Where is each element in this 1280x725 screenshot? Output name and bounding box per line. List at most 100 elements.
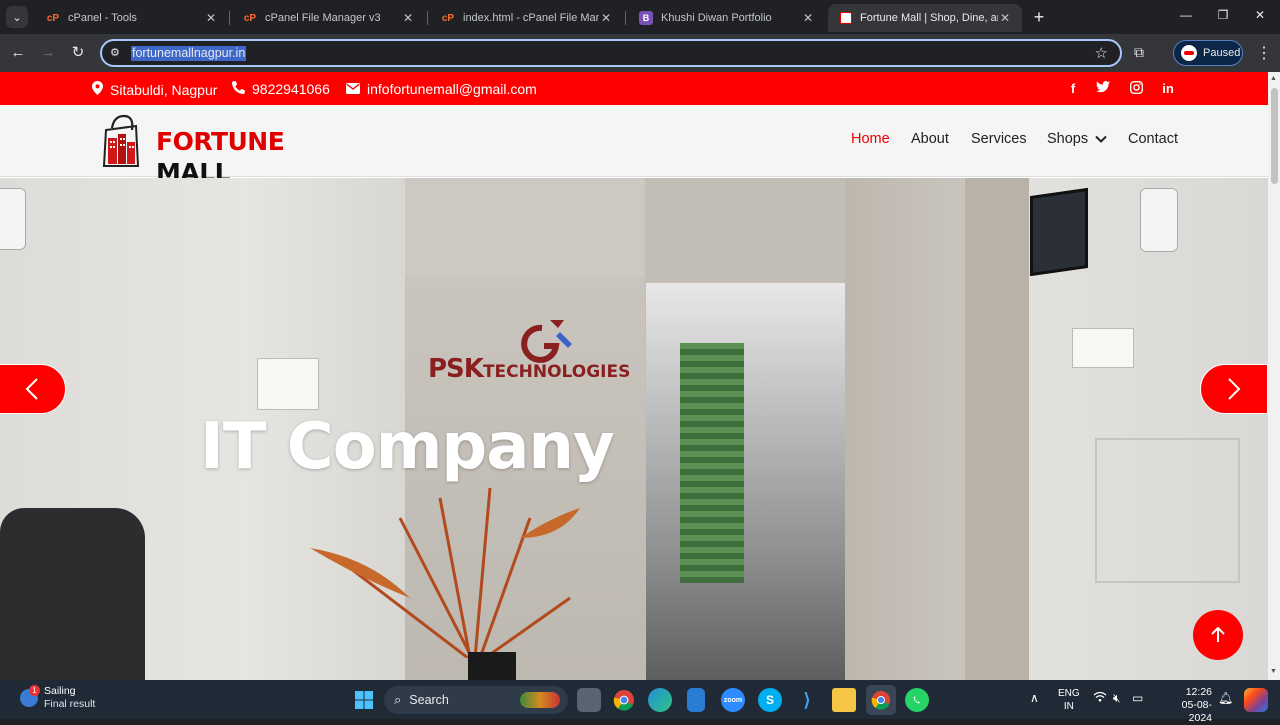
battery-icon[interactable]: ▭ (1132, 691, 1143, 705)
minimize-icon[interactable]: — (1177, 8, 1195, 22)
tab-search-button[interactable]: ⌄ (6, 6, 28, 28)
back-to-top-button[interactable] (1193, 610, 1243, 660)
scroll-down-icon[interactable]: ▼ (1270, 668, 1277, 675)
show-hidden-icons[interactable]: ∧ (1030, 691, 1039, 705)
tab-title: index.html - cPanel File Manage (463, 12, 599, 24)
wifi-icon[interactable] (1093, 691, 1107, 705)
language-indicator[interactable]: ENG IN (1058, 687, 1080, 713)
new-tab-button[interactable]: + (1030, 8, 1048, 26)
tab-title: cPanel File Manager v3 (265, 12, 381, 24)
url-text[interactable]: fortunemallnagpur.in (131, 46, 247, 61)
site-info-icon[interactable]: ⚙ (110, 46, 120, 59)
chevron-right-icon (1228, 378, 1241, 400)
scrollbar-thumb[interactable] (1271, 88, 1278, 184)
profile-status: Paused (1203, 47, 1241, 59)
edge-icon[interactable] (648, 688, 672, 712)
nav-contact[interactable]: Contact (1128, 131, 1178, 147)
extensions-icon[interactable]: ⧉ (1134, 44, 1144, 61)
hero-photo-plant (310, 487, 580, 658)
chevron-down-icon (1095, 135, 1107, 143)
nav-shops-dropdown[interactable]: Shops (1047, 131, 1107, 147)
fortune-mall-icon (840, 12, 852, 24)
chrome-active-icon[interactable] (866, 685, 896, 715)
hero-photo-camera (0, 188, 26, 250)
phone-text[interactable]: 9822941066 (252, 81, 330, 97)
forward-icon[interactable]: → (38, 43, 58, 63)
reload-icon[interactable]: ↻ (68, 43, 88, 63)
tab-divider (427, 11, 428, 25)
chrome-icon[interactable] (612, 688, 636, 712)
address-bar[interactable]: ⚙ fortunemallnagpur.in ☆ (100, 39, 1122, 67)
profile-button[interactable]: Paused (1173, 40, 1243, 66)
location-text: Sitabuldi, Nagpur (110, 81, 218, 98)
scroll-up-icon[interactable]: ▲ (1270, 75, 1277, 82)
windows-start-icon[interactable] (352, 688, 376, 712)
cpanel-icon: cP (243, 12, 257, 24)
notifications-icon[interactable]: 🔔︎ (1218, 691, 1233, 705)
file-explorer-icon[interactable] (832, 688, 856, 712)
psk-sign-brand: PSK (428, 354, 484, 384)
contact-topbar: Sitabuldi, Nagpur 9822941066 infofortune… (0, 72, 1268, 105)
tab-title: cPanel - Tools (68, 12, 137, 24)
taskbar-search[interactable]: ⌕ Search (384, 686, 568, 714)
nav-about[interactable]: About (911, 131, 949, 147)
nav-services[interactable]: Services (971, 131, 1027, 147)
twitter-icon[interactable] (1095, 81, 1111, 96)
tab-cpanel-tools[interactable]: cP cPanel - Tools ✕ (34, 4, 228, 32)
bookmark-star-icon[interactable]: ☆ (1095, 44, 1108, 62)
system-clock[interactable]: 12:26 05-08-2024 (1160, 686, 1212, 725)
notepad-icon[interactable] (687, 688, 705, 712)
carousel-prev-button[interactable] (0, 364, 66, 414)
hero-photo-tv (1030, 187, 1088, 277)
hero-photo-chair (0, 508, 145, 680)
tab-cpanel-file-manager[interactable]: cP cPanel File Manager v3 ✕ (231, 4, 425, 32)
close-icon[interactable]: ✕ (599, 11, 613, 25)
browser-tab-strip: ⌄ cP cPanel - Tools ✕ cP cPanel File Man… (0, 0, 1280, 34)
notification-badge: 1 (29, 685, 40, 696)
close-icon[interactable]: ✕ (401, 11, 415, 25)
volume-muted-icon[interactable]: 🔇︎ (1113, 691, 1121, 706)
clock-date: 05-08-2024 (1181, 699, 1212, 724)
copilot-icon[interactable] (1244, 688, 1268, 712)
page-scrollbar[interactable]: ▲ ▼ (1268, 72, 1280, 680)
search-icon: ⌕ (394, 692, 402, 707)
weather-icon: 1 (20, 685, 40, 707)
task-view-icon[interactable] (577, 688, 601, 712)
logo-word-fortune: FORTUNE (156, 127, 285, 156)
linkedin-icon[interactable]: in (1160, 81, 1176, 96)
close-icon[interactable]: ✕ (204, 11, 218, 25)
whatsapp-icon[interactable] (905, 688, 929, 712)
instagram-icon[interactable] (1128, 80, 1144, 97)
nav-home[interactable]: Home (851, 131, 890, 147)
back-icon[interactable]: ← (8, 43, 28, 63)
close-window-icon[interactable]: ✕ (1251, 8, 1269, 22)
hero-photo-switchboard (1072, 328, 1134, 368)
location-info: Sitabuldi, Nagpur (92, 81, 217, 98)
building-bag-icon (102, 114, 140, 167)
psk-sign-rest: TECHNOLOGIES (482, 362, 631, 382)
region-code: IN (1063, 701, 1074, 712)
zoom-icon[interactable]: zoom (721, 688, 745, 712)
restore-icon[interactable]: ❐ (1214, 8, 1232, 22)
email-text[interactable]: infofortunemall@gmail.com (367, 81, 537, 97)
tab-fortune-mall[interactable]: Fortune Mall | Shop, Dine, and ✕ (828, 4, 1022, 32)
bootstrap-icon: B (639, 11, 653, 25)
hero-photo-corridor (646, 283, 846, 680)
close-icon[interactable]: ✕ (801, 11, 815, 25)
facebook-icon[interactable]: f (1065, 81, 1081, 96)
weather-widget[interactable]: 1 Sailing Final result (20, 685, 95, 711)
clock-time: 12:26 (1185, 686, 1212, 698)
skype-icon[interactable]: S (758, 688, 782, 712)
hero-photo-pot (468, 652, 516, 680)
fortune-mall-logo[interactable]: FORTUNE MALL (102, 112, 322, 187)
phone-info[interactable]: 9822941066 (231, 80, 330, 97)
hero-caption: IT Company (200, 410, 615, 484)
browser-menu-icon[interactable]: ⋮ (1256, 43, 1272, 63)
carousel-next-button[interactable] (1200, 364, 1268, 414)
close-icon[interactable]: ✕ (998, 11, 1012, 25)
tab-khushi-portfolio[interactable]: B Khushi Diwan Portfolio ✕ (627, 4, 825, 32)
email-info[interactable]: infofortunemall@gmail.com (346, 81, 537, 97)
vscode-icon[interactable]: ⟩ (795, 688, 819, 712)
tab-index-html[interactable]: cP index.html - cPanel File Manage ✕ (429, 4, 623, 32)
envelope-icon (346, 82, 360, 97)
